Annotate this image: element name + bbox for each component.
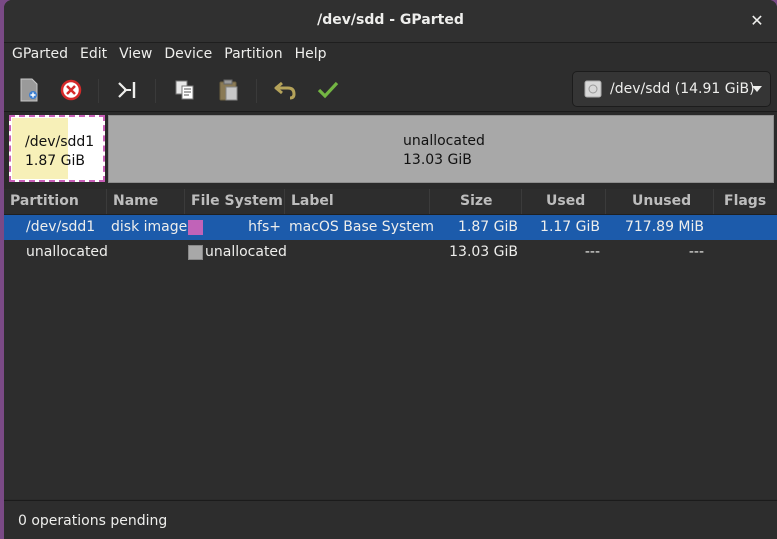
cell-file-system: unallocated — [205, 244, 287, 260]
partition-table: Partition Name File System Label Size Us… — [4, 189, 777, 499]
partition-block-sdd1[interactable]: /dev/sdd1 1.87 GiB — [9, 115, 105, 182]
cell-size: 1.87 GiB — [458, 219, 518, 235]
chevron-down-icon — [752, 86, 762, 92]
column-size[interactable]: Size — [430, 189, 522, 214]
cell-file-system: hfs+ — [248, 219, 281, 235]
gparted-window: /dev/sdd - GParted ✕ GParted Edit View D… — [4, 0, 777, 539]
cell-name: disk image — [111, 219, 188, 235]
column-name[interactable]: Name — [107, 189, 185, 214]
apply-button[interactable] — [312, 75, 344, 105]
fs-color-swatch — [188, 220, 203, 235]
new-partition-button[interactable] — [13, 75, 45, 105]
cell-size: 13.03 GiB — [449, 244, 518, 260]
delete-partition-icon — [60, 79, 82, 101]
apply-icon — [317, 81, 339, 99]
cell-used: --- — [584, 244, 600, 260]
column-unused[interactable]: Unused — [606, 189, 714, 214]
undo-icon — [274, 81, 296, 100]
partition-block-size: 13.03 GiB — [403, 152, 472, 168]
toolbar: /dev/sdd (14.91 GiB) — [4, 67, 777, 112]
fs-color-swatch — [188, 245, 203, 260]
paste-icon — [219, 79, 238, 101]
table-row[interactable]: /dev/sdd1 disk image hfs+ macOS Base Sys… — [4, 215, 777, 240]
paste-button[interactable] — [213, 75, 245, 105]
partition-block-name: /dev/sdd1 — [25, 134, 95, 150]
cell-used: 1.17 GiB — [540, 219, 600, 235]
delete-partition-button[interactable] — [55, 75, 87, 105]
menu-edit[interactable]: Edit — [74, 43, 113, 67]
column-file-system[interactable]: File System — [185, 189, 285, 214]
column-flags[interactable]: Flags — [714, 189, 777, 214]
resize-move-button[interactable] — [111, 75, 143, 105]
cell-partition: unallocated — [26, 244, 108, 260]
close-button[interactable]: ✕ — [747, 11, 767, 31]
menu-device[interactable]: Device — [158, 43, 218, 67]
copy-button[interactable] — [169, 75, 201, 105]
column-used[interactable]: Used — [522, 189, 606, 214]
partition-map: /dev/sdd1 1.87 GiB unallocated 13.03 GiB — [4, 112, 777, 186]
copy-icon — [175, 80, 194, 100]
column-partition[interactable]: Partition — [4, 189, 107, 214]
menu-help[interactable]: Help — [289, 43, 333, 67]
undo-button[interactable] — [270, 75, 302, 105]
device-selector[interactable]: /dev/sdd (14.91 GiB) — [572, 71, 771, 107]
cell-unused: 717.89 MiB — [624, 219, 704, 235]
cell-label: macOS Base System — [289, 219, 435, 235]
partition-block-unallocated[interactable]: unallocated 13.03 GiB — [108, 115, 774, 183]
partition-block-size: 1.87 GiB — [25, 153, 85, 169]
menu-view[interactable]: View — [113, 43, 158, 67]
column-label[interactable]: Label — [285, 189, 430, 214]
cell-partition: /dev/sdd1 — [26, 219, 96, 235]
partition-block-name: unallocated — [403, 133, 485, 149]
menu-bar: GParted Edit View Device Partition Help — [4, 43, 777, 67]
window-title: /dev/sdd - GParted — [317, 12, 464, 28]
device-label: /dev/sdd (14.91 GiB) — [610, 81, 755, 97]
resize-move-icon — [118, 82, 136, 98]
status-bar: 0 operations pending — [4, 500, 777, 539]
operations-pending-label: 0 operations pending — [18, 513, 168, 529]
menu-gparted[interactable]: GParted — [6, 43, 74, 67]
table-header: Partition Name File System Label Size Us… — [4, 189, 777, 215]
menu-partition[interactable]: Partition — [218, 43, 288, 67]
new-partition-icon — [20, 78, 38, 102]
disk-icon — [584, 80, 602, 98]
cell-unused: --- — [688, 244, 704, 260]
table-row[interactable]: unallocated unallocated 13.03 GiB --- --… — [4, 240, 777, 265]
title-bar[interactable]: /dev/sdd - GParted ✕ — [4, 0, 777, 43]
